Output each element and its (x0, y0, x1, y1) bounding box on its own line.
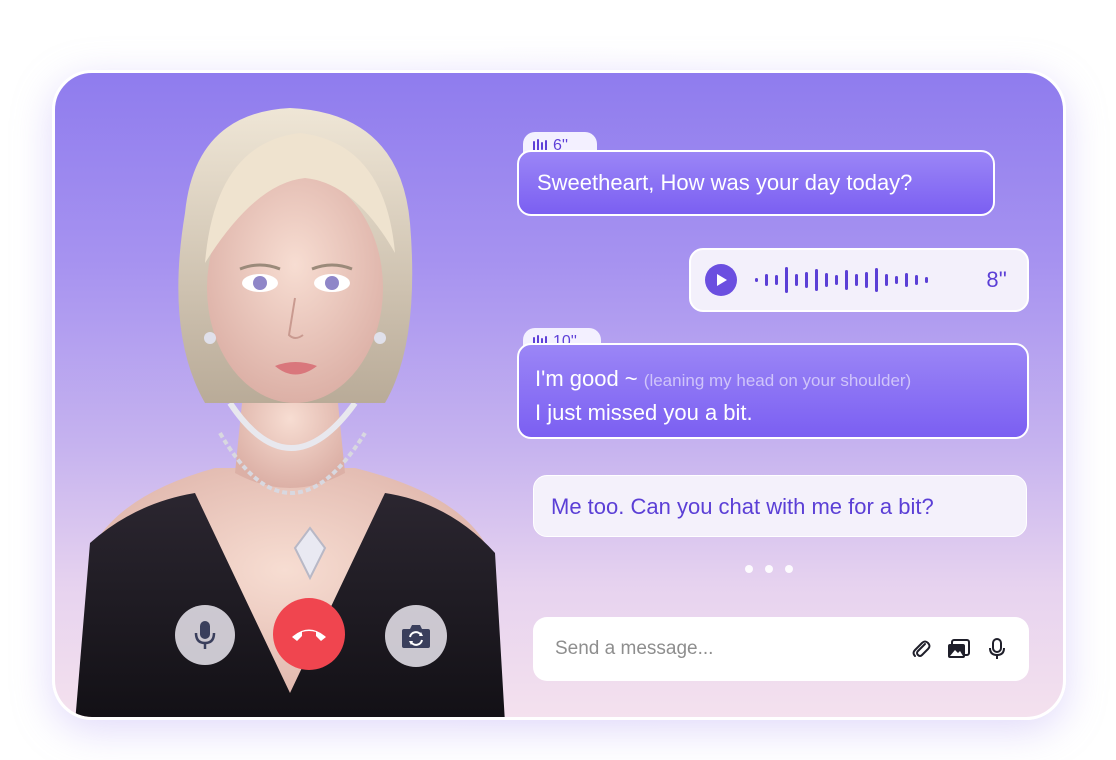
message-input[interactable] (553, 637, 895, 661)
hang-up-button[interactable] (273, 598, 345, 670)
mute-microphone-button[interactable] (175, 605, 235, 665)
message-text: Me too. Can you chat with me for a bit? (551, 494, 934, 519)
user-voice-message[interactable]: 8'' (689, 248, 1029, 312)
play-icon (717, 274, 727, 286)
ai-message-bubble: Sweetheart, How was your day today? (517, 150, 995, 216)
message-action-text: (leaning my head on your shoulder) (643, 371, 912, 390)
typing-dot (785, 565, 793, 573)
ai-message-bubble: I'm good ~ (leaning my head on your shou… (517, 343, 1029, 439)
message-text-line-2: I just missed you a bit. (535, 400, 753, 425)
typing-indicator (745, 565, 793, 573)
message-composer (533, 617, 1029, 681)
voice-input-icon (989, 638, 1005, 659)
typing-dot (745, 565, 753, 573)
typing-dot (765, 565, 773, 573)
phone-hangup-icon (292, 629, 326, 641)
image-icon (948, 639, 970, 658)
camera-switch-icon (402, 625, 430, 648)
paperclip-icon (912, 640, 931, 657)
attach-button[interactable] (909, 637, 933, 661)
voice-input-button[interactable] (985, 637, 1009, 661)
message-text: I'm good ~ (535, 366, 638, 391)
message-text: Sweetheart, How was your day today? (537, 170, 913, 195)
image-button[interactable] (947, 637, 971, 661)
microphone-icon (194, 621, 216, 649)
user-message-bubble: Me too. Can you chat with me for a bit? (533, 475, 1027, 537)
voice-duration: 8'' (986, 267, 1007, 292)
play-voice-button[interactable] (705, 264, 737, 296)
switch-camera-button[interactable] (385, 605, 447, 667)
video-call-card: 6'' Sweetheart, How was your day today? … (52, 70, 1066, 720)
audio-waveform (755, 267, 976, 293)
